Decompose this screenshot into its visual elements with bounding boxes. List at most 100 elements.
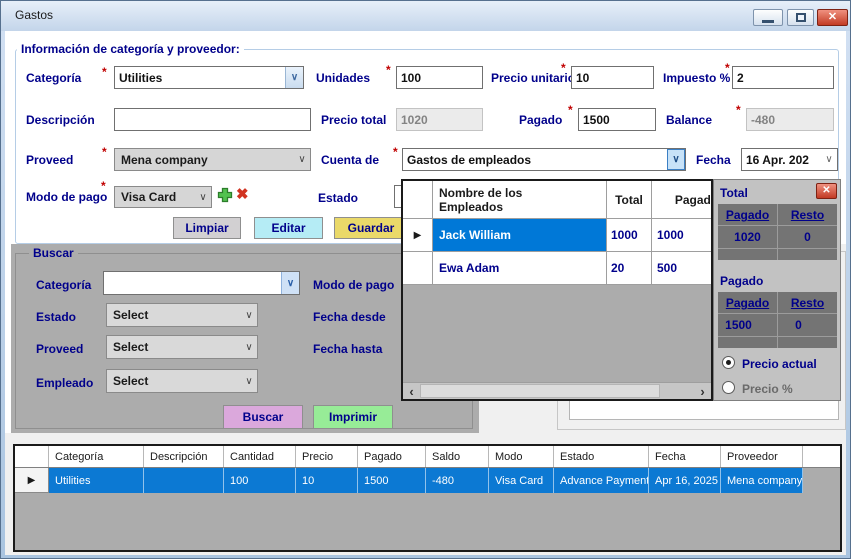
precio-pct-radio[interactable] xyxy=(722,381,735,394)
pagado-input[interactable]: 1500 xyxy=(578,108,656,131)
employee-payments-popup: Nombre de los Empleados Total Pagado ▶ J… xyxy=(401,179,713,401)
buscar-empleado-combobox[interactable]: Select ∨ xyxy=(106,369,258,393)
proveed-combobox[interactable]: Mena company ∨ xyxy=(114,148,311,171)
employee-grid-header-selector xyxy=(403,181,433,219)
results-cell-modo[interactable]: Visa Card xyxy=(489,468,554,493)
balance-label: Balance xyxy=(666,113,712,127)
buscar-button[interactable]: Buscar xyxy=(223,405,303,429)
payment-summary-panel: ✕ Total Pagado Resto 1020 0 Pagado Pagad… xyxy=(713,179,841,401)
unidades-required-mark: * xyxy=(386,63,391,77)
results-cell-cantidad[interactable]: 100 xyxy=(224,468,296,493)
results-cell-pagado[interactable]: 1500 xyxy=(358,468,426,493)
chevron-down-icon: ∨ xyxy=(195,192,211,203)
buscar-estado-label: Estado xyxy=(36,310,76,324)
results-header-estado[interactable]: Estado xyxy=(554,446,649,467)
buscar-proveed-value: Select xyxy=(107,340,241,354)
buscar-categoria-value xyxy=(104,272,281,294)
buscar-categoria-combobox[interactable]: ∨ xyxy=(103,271,300,295)
employee-grid-header-pagado[interactable]: Pagado xyxy=(652,181,713,219)
precio-actual-radio[interactable] xyxy=(722,356,735,369)
results-header-descripcion[interactable]: Descripción xyxy=(144,446,224,467)
employee-row-name[interactable]: Jack William xyxy=(433,219,607,252)
results-cell-categoria[interactable]: Utilities xyxy=(49,468,144,493)
pagado-summary-table: Pagado Resto 1500 0 xyxy=(718,292,837,348)
proveed-label: Proveed xyxy=(26,153,73,167)
employee-row-pagado[interactable]: 500 xyxy=(652,252,713,285)
buscar-legend: Buscar xyxy=(29,246,78,260)
total-resto-value: 0 xyxy=(778,226,837,247)
categoria-value: Utilities xyxy=(115,67,285,88)
modo-de-pago-combobox[interactable]: Visa Card ∨ xyxy=(114,186,212,208)
chevron-down-icon[interactable]: ∨ xyxy=(285,67,303,88)
results-cell-proveedor[interactable]: Mena company xyxy=(721,468,803,493)
panel-close-button[interactable]: ✕ xyxy=(816,183,837,199)
chevron-down-icon[interactable]: ∨ xyxy=(667,149,685,170)
chevron-down-icon: ∨ xyxy=(294,154,310,165)
results-cell-descripcion[interactable] xyxy=(144,468,224,493)
row-selector[interactable] xyxy=(403,252,433,285)
cuenta-de-combobox[interactable]: Gastos de empleados ∨ xyxy=(402,148,686,171)
cuenta-de-value: Gastos de empleados xyxy=(403,149,667,170)
minimize-button[interactable] xyxy=(753,9,783,26)
employee-row-name[interactable]: Ewa Adam xyxy=(433,252,607,285)
results-header-proveedor[interactable]: Proveedor xyxy=(721,446,803,467)
guardar-button[interactable]: Guardar xyxy=(334,217,408,239)
buscar-estado-combobox[interactable]: Select ∨ xyxy=(106,303,258,327)
scroll-right-icon[interactable]: › xyxy=(694,383,711,399)
employee-row-total[interactable]: 20 xyxy=(607,252,652,285)
results-header-modo[interactable]: Modo xyxy=(489,446,554,467)
cuenta-de-label: Cuenta de xyxy=(321,153,379,167)
cuenta-de-required-mark: * xyxy=(393,145,398,159)
employee-row-total[interactable]: 1000 xyxy=(607,219,652,252)
buscar-proveed-combobox[interactable]: Select ∨ xyxy=(106,335,258,359)
impuesto-required-mark: * xyxy=(725,61,730,75)
imprimir-button[interactable]: Imprimir xyxy=(313,405,393,429)
descripcion-input[interactable] xyxy=(114,108,311,131)
employee-grid-hscrollbar[interactable]: ‹ › xyxy=(403,382,711,399)
results-cell-fecha[interactable]: Apr 16, 2025 xyxy=(649,468,721,493)
chevron-down-icon[interactable]: ∨ xyxy=(281,272,299,294)
restore-icon xyxy=(796,13,806,22)
close-button[interactable]: ✕ xyxy=(817,9,848,26)
results-header-categoria[interactable]: Categoría xyxy=(49,446,144,467)
proveed-required-mark: * xyxy=(102,145,107,159)
results-header-pagado[interactable]: Pagado xyxy=(358,446,426,467)
limpiar-button[interactable]: Limpiar xyxy=(173,217,241,239)
results-header-cantidad[interactable]: Cantidad xyxy=(224,446,296,467)
add-payment-mode-icon[interactable] xyxy=(217,187,233,203)
results-header-precio[interactable]: Precio xyxy=(296,446,358,467)
results-cell-estado[interactable]: Advance Payment xyxy=(554,468,649,493)
pagado-pagado-value: 1500 xyxy=(718,314,777,335)
results-cell-precio[interactable]: 10 xyxy=(296,468,358,493)
chevron-down-icon[interactable]: ∨ xyxy=(821,149,837,170)
fecha-datepicker[interactable]: 16 Apr. 202 ∨ xyxy=(741,148,838,171)
employee-grid-header-total[interactable]: Total xyxy=(607,181,652,219)
results-header-fecha[interactable]: Fecha xyxy=(649,446,721,467)
categoria-combobox[interactable]: Utilities ∨ xyxy=(114,66,304,89)
restore-button[interactable] xyxy=(787,9,814,26)
categoria-required-mark: * xyxy=(102,65,107,79)
fecha-value: 16 Apr. 202 xyxy=(742,149,821,170)
employee-row-pagado[interactable]: 1000 xyxy=(652,219,713,252)
editar-button[interactable]: Editar xyxy=(254,217,323,239)
results-grid[interactable]: Categoría Descripción Cantidad Precio Pa… xyxy=(13,444,842,552)
precio-total-label: Precio total xyxy=(321,113,386,127)
employee-grid-header-nombre[interactable]: Nombre de los Empleados xyxy=(433,181,607,219)
impuesto-input[interactable]: 2 xyxy=(732,66,834,89)
descripcion-label: Descripción xyxy=(26,113,95,127)
delete-payment-mode-icon[interactable]: ✖ xyxy=(236,185,249,203)
total-summary-table: Pagado Resto 1020 0 xyxy=(718,204,837,260)
results-cell-saldo[interactable]: -480 xyxy=(426,468,489,493)
precio-pct-label: Precio % xyxy=(742,382,793,396)
titlebar[interactable]: Gastos xyxy=(1,1,850,31)
pagado-resto-header: Resto xyxy=(778,294,837,312)
unidades-input[interactable]: 100 xyxy=(396,66,483,89)
precio-unitario-input[interactable]: 10 xyxy=(571,66,654,89)
scrollbar-thumb[interactable] xyxy=(420,384,660,398)
minimize-icon xyxy=(762,20,774,23)
results-grid-header: Categoría Descripción Cantidad Precio Pa… xyxy=(15,446,840,468)
results-header-saldo[interactable]: Saldo xyxy=(426,446,489,467)
results-grid-row[interactable]: ▶ Utilities 100 10 1500 -480 Visa Card A… xyxy=(15,468,840,493)
buscar-categoria-label: Categoría xyxy=(36,278,91,292)
scroll-left-icon[interactable]: ‹ xyxy=(403,383,420,399)
